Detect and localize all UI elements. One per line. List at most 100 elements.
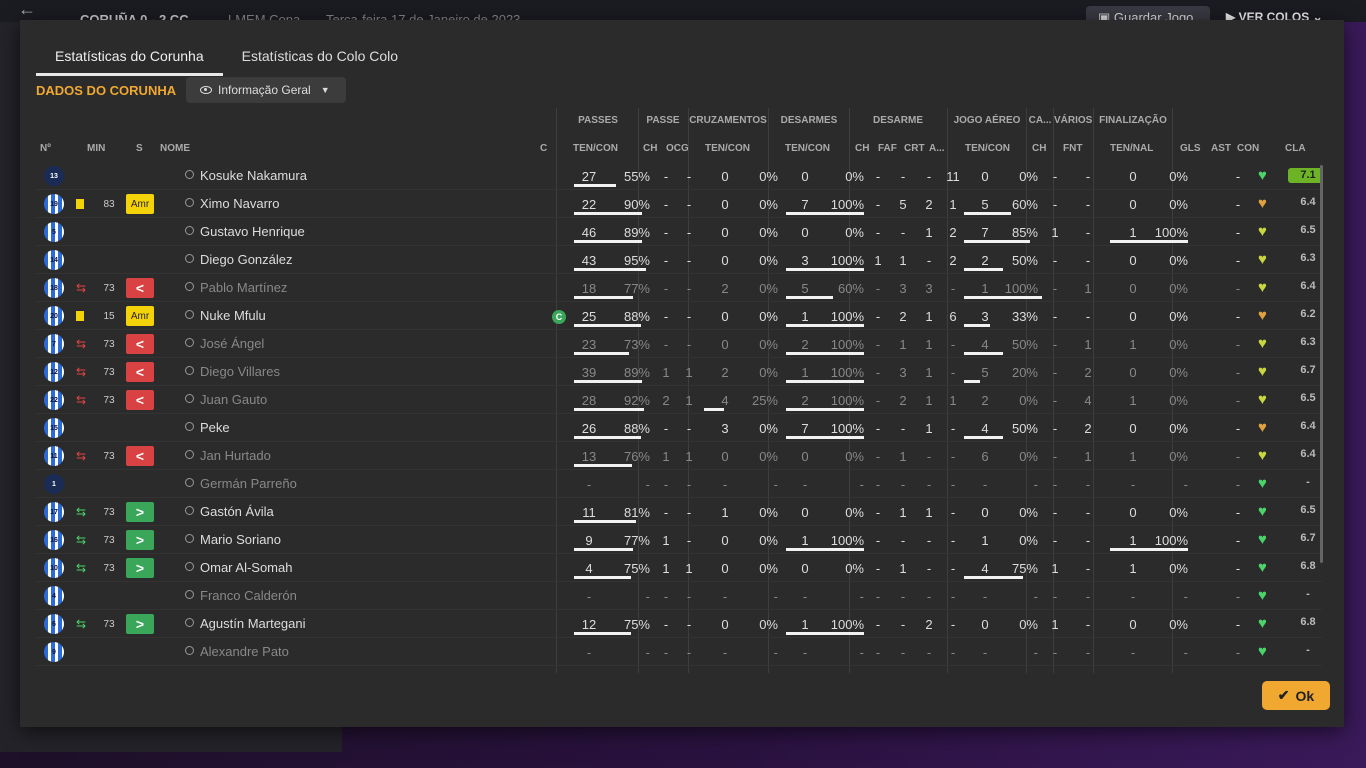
player-name[interactable]: José Ángel — [200, 336, 264, 351]
col-header-passe-ch[interactable]: CH — [643, 143, 657, 154]
stat-cell: 1 — [1129, 225, 1137, 240]
player-name[interactable]: Agustín Martegani — [200, 616, 306, 631]
stat-cell: - — [722, 477, 728, 492]
tab-colocolo-stats[interactable]: Estatísticas do Colo Colo — [223, 42, 417, 76]
subbed-off-icon: < — [126, 278, 154, 298]
stat-cell: 0 — [721, 561, 729, 576]
player-name[interactable]: Juan Gauto — [200, 392, 267, 407]
table-row[interactable]: 7 ⇆ 73 < José Ángel 23 73% - -0 0% 2 100% -1 1-4 50% -1… — [36, 330, 1322, 358]
stat-cell: - — [900, 477, 906, 492]
player-name[interactable]: Jan Hurtado — [200, 448, 271, 463]
table-row[interactable]: 11 ⇆ 73 < Jan Hurtado 13 76% 1 1 0 0% 0 0% -1- -6 0% -1 1… — [36, 442, 1322, 470]
tab-corunha-stats[interactable]: Estatísticas do Corunha — [36, 42, 223, 76]
shirt-number-icon: 14 — [44, 250, 64, 270]
player-name[interactable]: Kosuke Nakamura — [200, 168, 307, 183]
stat-cell: 1 — [801, 617, 809, 632]
table-row[interactable]: 6 ⇆ 73 > Agustín Martegani 12 75% - -0 0% 1 100% - -2… — [36, 610, 1322, 638]
table-row[interactable]: 14 Diego González 43 95% - -0 0% 3 100% 1 1-2 2 50% -… — [36, 246, 1322, 274]
col-header-d-crt[interactable]: CRT — [904, 143, 925, 154]
stat-cell: - — [1085, 645, 1091, 660]
table-row[interactable]: 9 Alexandre Pato - - - - - - - - - - - - - - - - - - - ♥ - — [36, 638, 1322, 666]
stat-cell: 28 — [581, 393, 597, 408]
player-rating: 6.4 — [1300, 280, 1316, 292]
back-arrow-icon[interactable]: ← — [18, 0, 44, 18]
col-header-d-ch[interactable]: CH — [855, 143, 869, 154]
table-row[interactable]: 1 Germán Parreño - - - - - - - - - - - - - - - - - - - ♥ - — [36, 470, 1322, 498]
col-header-fin-tn[interactable]: TEN/NAL — [1110, 143, 1153, 154]
stat-cell: 77% — [623, 281, 650, 296]
stat-cell: 75% — [623, 561, 650, 576]
player-name[interactable]: Ximo Navarro — [200, 196, 279, 211]
table-scrollbar[interactable] — [1320, 165, 1323, 563]
table-row[interactable]: 12 ⇆ 73 < Diego Villares 39 89% 1 1 2 0% 1 100% -3 1-5… — [36, 358, 1322, 386]
col-header-con[interactable]: CON — [1237, 143, 1259, 154]
table-row[interactable]: 10 ⇆ 73 > Omar Al-Somah 4 75% 1 1 0 0% 0 0% -1- -4 75% 1… — [36, 554, 1322, 582]
col-header-cruz-tc[interactable]: TEN/CON — [705, 143, 750, 154]
player-name[interactable]: Nuke Mfulu — [200, 308, 266, 323]
match-topbar: ← CORUÑA 0 - 2 CC LMEM Copa Terça-feira … — [0, 0, 1366, 22]
col-header-d-faf[interactable]: FAF — [878, 143, 897, 154]
success-rate-bar — [574, 576, 631, 579]
stat-cell: 4 — [981, 561, 989, 576]
player-name[interactable]: Mario Soriano — [200, 532, 281, 547]
col-header-nome[interactable]: NOME — [160, 143, 190, 154]
stat-cell: - — [722, 645, 728, 660]
player-name[interactable]: Gustavo Henrique — [200, 224, 305, 239]
stat-cell: - — [859, 589, 864, 604]
table-row[interactable]: 16 ⇆ 73 > Mario Soriano 9 77% 1-0 0% 1 100% - - - -1 0%… — [36, 526, 1322, 554]
stat-cell: - — [686, 589, 692, 604]
col-header-d-a[interactable]: A... — [929, 143, 945, 154]
table-row[interactable]: 22 ⇆ 73 < Juan Gauto 28 92% 2 1 4 25% 2 100% -2 1 1 2 0% -… — [36, 386, 1322, 414]
col-header-des-tc[interactable]: TEN/CON — [785, 143, 830, 154]
col-header-gls[interactable]: GLS — [1180, 143, 1201, 154]
table-row[interactable]: 13 Kosuke Nakamura 27 55% - -0 0% 0 0% - - -11 0 0% - -… — [36, 162, 1322, 190]
stat-cell: 2 — [899, 309, 907, 324]
col-header-c[interactable]: C — [540, 143, 547, 154]
table-row[interactable]: 19 83 Amr Ximo Navarro 22 90% - -0 0% 7 100% -5 2 1 5 6… — [36, 190, 1322, 218]
stat-cell: - — [686, 477, 692, 492]
stat-cell: 0% — [1169, 421, 1188, 436]
col-header-cla[interactable]: CLA — [1285, 143, 1306, 154]
col-header-min[interactable]: MIN — [87, 143, 105, 154]
player-name[interactable]: Diego Villares — [200, 364, 280, 379]
stat-cell: 1 — [1129, 533, 1137, 548]
stat-cell: 0% — [759, 561, 778, 576]
stat-cell: - — [773, 477, 778, 492]
player-name[interactable]: Diego González — [200, 252, 293, 267]
table-row[interactable]: 4 Franco Calderón - - - - - - - - - - - - - - - - - - - ♥ - — [36, 582, 1322, 610]
col-header-aer-tc[interactable]: TEN/CON — [965, 143, 1010, 154]
player-name[interactable]: Peke — [200, 420, 230, 435]
stat-cell: - — [686, 421, 692, 436]
player-name[interactable]: Omar Al-Somah — [200, 560, 292, 575]
shirt-number-icon: 5 — [44, 222, 64, 242]
table-row[interactable]: 18 ⇆ 73 < Pablo Martínez 18 77% - -2 0% 5 60% -3 3-1 1… — [36, 274, 1322, 302]
col-header-ast[interactable]: AST — [1211, 143, 1231, 154]
success-rate-bar — [786, 436, 864, 439]
player-name[interactable]: Franco Calderón — [200, 588, 297, 603]
header-group-jogo-aereo: JOGO AÉREO — [953, 115, 1021, 126]
col-header-pass-tc[interactable]: TEN/CON — [573, 143, 618, 154]
view-dropdown[interactable]: Informação Geral ▼ — [186, 77, 346, 103]
player-name[interactable]: Alexandre Pato — [200, 644, 289, 659]
stat-cell: 4 — [585, 561, 593, 576]
table-row[interactable]: 20 15 Amr Nuke Mfulu C 25 88% - -0 0% 1 100% -2 1 6 3 33… — [36, 302, 1322, 330]
table-row[interactable]: 15 Peke 26 88% - -3 0% 7 100% - -1-4 50% -2 0 0% - ♥ 6.4 — [36, 414, 1322, 442]
player-name[interactable]: Gastón Ávila — [200, 504, 274, 519]
col-header-no[interactable]: Nº — [40, 143, 51, 154]
player-name[interactable]: Pablo Martínez — [200, 280, 287, 295]
col-header-fnt[interactable]: FNT — [1063, 143, 1082, 154]
table-row[interactable]: 17 ⇆ 73 > Gastón Ávila 11 81% - -1 0% 0 0% -1 1-0 0% - -… — [36, 498, 1322, 526]
success-rate-bar — [1110, 240, 1188, 243]
table-row[interactable]: 5 Gustavo Henrique 46 89% - -0 0% 0 0% - -1 2 7 85% 1-… — [36, 218, 1322, 246]
success-rate-bar — [964, 240, 1030, 243]
stat-cell: 0% — [759, 169, 778, 184]
ok-button[interactable]: ✔ Ok — [1262, 681, 1330, 710]
stat-cell: 1 — [721, 505, 729, 520]
col-header-passe-ocg[interactable]: OCG — [666, 143, 689, 154]
col-header-s[interactable]: S — [136, 143, 143, 154]
stat-cell: 0 — [801, 225, 809, 240]
player-name[interactable]: Germán Parreño — [200, 476, 297, 491]
stat-cell: 1 — [899, 253, 907, 268]
stat-cell: 4 — [721, 393, 729, 408]
col-header-ca-ch[interactable]: CH — [1032, 143, 1046, 154]
